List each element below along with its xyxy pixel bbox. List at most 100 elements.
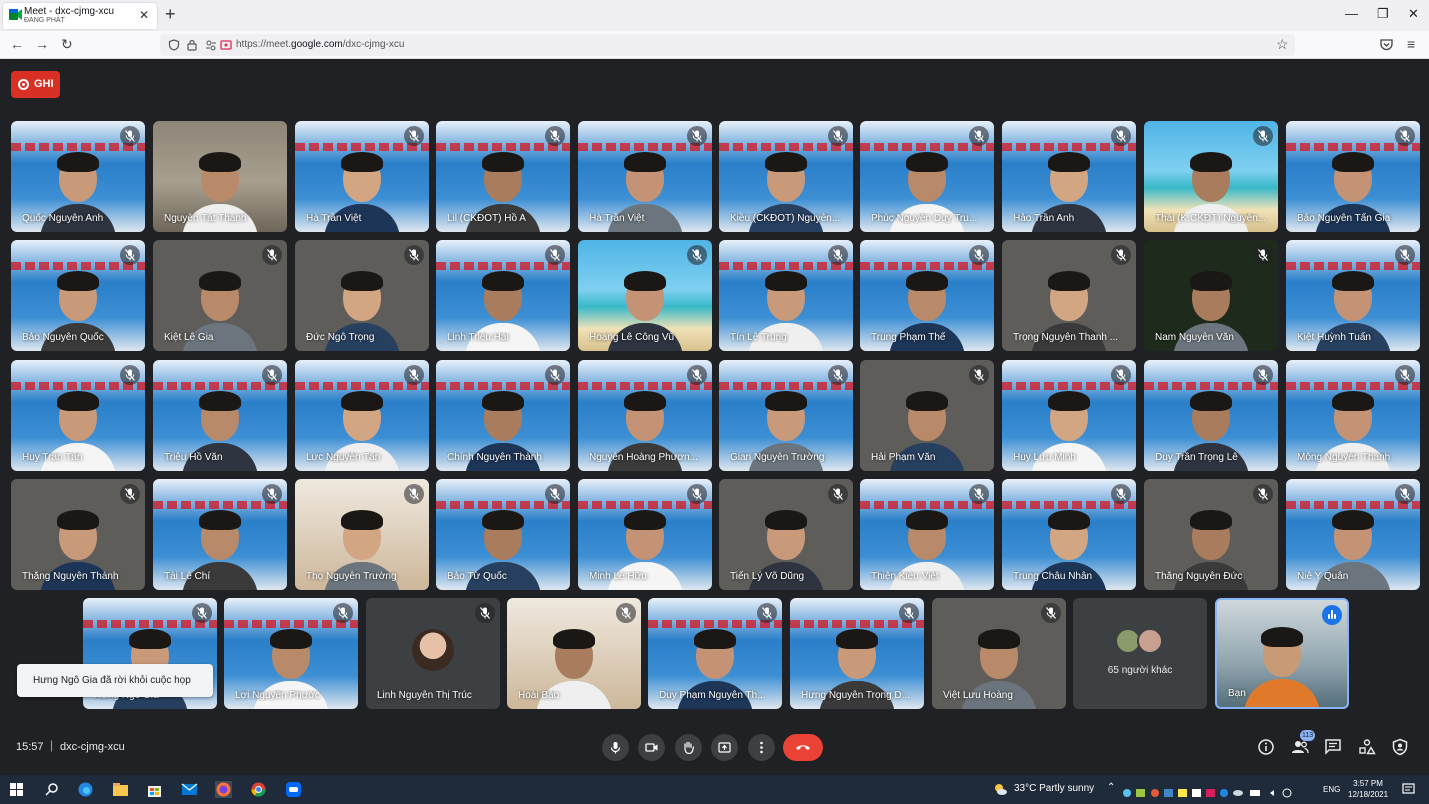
participant-tile[interactable]: Linh Nguyễn Thị Trúc [366,598,500,709]
store-icon[interactable] [146,781,163,798]
forward-icon[interactable]: → [35,36,49,52]
participant-tile[interactable]: Bảo Nguyễn Tấn Gia [1286,121,1420,232]
camera-button[interactable] [638,734,665,761]
participant-tile[interactable]: Nguyễn Tất Thành [153,121,287,232]
leave-call-button[interactable] [783,734,823,761]
participant-tile[interactable]: Phúc Nguyễn Duy Tru... [860,121,994,232]
weather-sun-icon[interactable] [993,782,1008,796]
participant-tile[interactable]: Mộng Nguyễn Thanh [1286,360,1420,471]
participant-tile[interactable]: Hưng Nguyễn Trọng D... [790,598,924,709]
mail-icon[interactable] [181,781,198,798]
participant-tile[interactable]: Thái (K.CKĐT) Nguyễn... [1144,121,1278,232]
participant-tile[interactable]: Hoài Bảo [507,598,641,709]
microphone-button[interactable] [602,734,629,761]
participant-tile[interactable]: Kiều (CKĐOT) Nguyễn... [719,121,853,232]
participant-tile[interactable]: Hảo Trần Anh [1002,121,1136,232]
participant-tile[interactable]: Duy Phạm Nguyễn Th... [648,598,782,709]
minimize-icon[interactable]: — [1345,6,1358,21]
system-clock[interactable]: 3:57 PM 12/18/2021 [1348,778,1388,800]
chat-icon[interactable] [1324,738,1342,756]
weather-text[interactable]: 33°C Partly sunny [1014,783,1094,794]
system-tray-icons[interactable] [1122,785,1302,798]
participant-tile[interactable]: Nam Nguyễn Văn [1144,240,1278,351]
menu-icon[interactable]: ≡ [1407,36,1415,52]
participant-tile[interactable]: Đức Ngô Trọng [295,240,429,351]
participant-tile[interactable]: Linh Triệu Hải [436,240,570,351]
participant-tile[interactable]: Trung Châu Nhẫn [1002,479,1136,590]
participant-tile[interactable]: Triệu Hồ Văn [153,360,287,471]
firefox-icon[interactable] [215,781,232,798]
participant-tile[interactable]: Hoàng Lê Công Vũ [578,240,712,351]
participant-tile[interactable]: Việt Lưu Hoàng [932,598,1066,709]
more-options-button[interactable] [748,734,775,761]
participant-tile[interactable]: Niê Y Quân [1286,479,1420,590]
participant-tile[interactable]: Hải Phạm Văn [860,360,994,471]
participant-tile[interactable]: Kiệt Huỳnh Tuấn [1286,240,1420,351]
raise-hand-button[interactable] [675,734,702,761]
pocket-icon[interactable] [1380,39,1393,51]
shield-icon[interactable] [168,39,180,51]
meeting-details-icon[interactable] [1257,738,1275,756]
participant-tile[interactable]: Chính Nguyễn Thành [436,360,570,471]
participant-tile[interactable]: Duy Trần Trọng Lê [1144,360,1278,471]
meet-stage: GHI Quốc Nguyễn Anh Nguyễn Tất Thành Hà Tr… [0,59,1429,775]
zalo-icon[interactable] [285,781,302,798]
participant-tile[interactable]: Nguyễn Hoàng Phươn... [578,360,712,471]
participant-tile[interactable]: Bảo Từ Quốc [436,479,570,590]
lock-icon[interactable] [187,39,197,51]
participant-tile[interactable]: Thọ Nguyễn Trường [295,479,429,590]
participant-tile[interactable]: Bảo Nguyễn Quốc [11,240,145,351]
window-close-icon[interactable]: ✕ [1408,6,1419,22]
participant-tile[interactable]: Thiện Kiều Việt [860,479,994,590]
participant-tile[interactable]: Trọng Nguyễn Thanh ... [1002,240,1136,351]
notification-icon[interactable] [1402,783,1415,796]
mic-off-icon [262,484,282,504]
participant-tile[interactable]: Huy Lưu Minh [1002,360,1136,471]
permissions-icon[interactable] [205,39,217,51]
participant-tile[interactable]: Tài Lê Chí [153,479,287,590]
participant-tile[interactable]: Lợi Nguyễn Phước [224,598,358,709]
participant-name: Quốc Nguyễn Anh [22,213,104,224]
restore-icon[interactable]: ❐ [1377,6,1389,22]
participant-tile[interactable]: Lil (CKĐOT) Hồ A [436,121,570,232]
url-bar[interactable]: https://meet.google.com/dxc-cjmg-xcu [160,34,1295,56]
present-screen-button[interactable] [711,734,738,761]
activities-icon[interactable] [1358,738,1376,756]
browser-tab[interactable]: Meet - dxc-cjmg-xcu ĐANG PHÁT ✕ [3,3,157,29]
tab-close-icon[interactable]: ✕ [139,8,149,22]
edge-browser-icon[interactable] [77,781,94,798]
recording-button[interactable]: GHI [11,71,60,98]
participant-tile[interactable]: Tiến Lý Võ Dũng [719,479,853,590]
tray-chevron-icon[interactable]: ⌃ [1107,782,1115,793]
reload-icon[interactable]: ↻ [61,36,73,53]
windows-start-icon[interactable] [8,781,25,798]
participant-tile[interactable]: Thắng Nguyễn Thành [11,479,145,590]
participant-name: Thiện Kiều Việt [871,571,939,582]
host-controls-icon[interactable] [1391,738,1409,756]
people-icon[interactable] [1291,738,1309,756]
participant-name: Trung Châu Nhẫn [1013,571,1093,582]
participant-tile[interactable]: Thắng Nguyễn Đức [1144,479,1278,590]
participant-name: Gian Nguyễn Trường [730,452,825,463]
self-view-tile[interactable]: Bạn [1215,598,1349,709]
url-text[interactable]: https://meet.google.com/dxc-cjmg-xcu [236,39,404,50]
participant-tile[interactable]: Gian Nguyễn Trường [719,360,853,471]
participant-tile[interactable]: Minh Lê Hữu [578,479,712,590]
back-icon[interactable]: ← [10,36,24,52]
new-tab-button[interactable]: + [165,4,176,25]
participant-tile[interactable]: Quốc Nguyễn Anh [11,121,145,232]
input-language[interactable]: ENG [1323,785,1340,794]
file-explorer-icon[interactable] [112,781,129,798]
participant-tile[interactable]: Kiệt Lê Gia [153,240,287,351]
participant-tile[interactable]: Lực Nguyễn Tấn [295,360,429,471]
participant-tile[interactable]: Huy Trần Tấn [11,360,145,471]
search-icon[interactable] [43,781,60,798]
participant-tile[interactable]: Hà Trần Việt [295,121,429,232]
chrome-icon[interactable] [250,781,267,798]
camera-permission-icon[interactable] [220,39,232,51]
participant-tile[interactable]: Hà Trần Việt [578,121,712,232]
other-participants-tile[interactable]: 65 người khác [1073,598,1207,709]
bookmark-star-icon[interactable]: ☆ [1276,36,1289,53]
participant-tile[interactable]: Tín Lê Trung [719,240,853,351]
participant-tile[interactable]: Trung Phạm Thế [860,240,994,351]
